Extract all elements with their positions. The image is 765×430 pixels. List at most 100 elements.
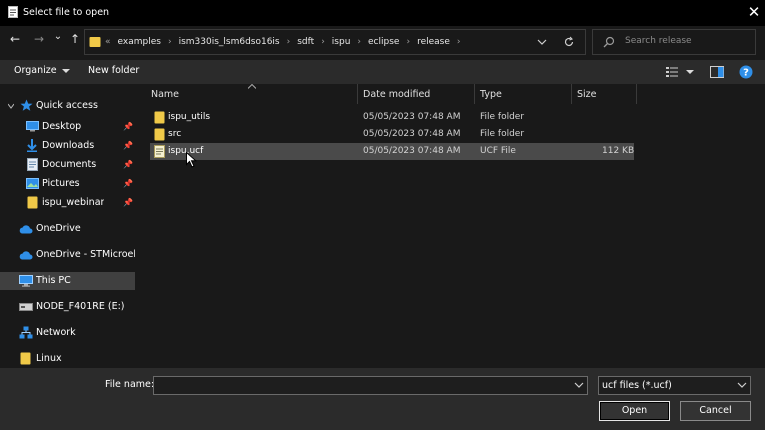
cloud-icon <box>19 251 33 260</box>
preview-pane-icon[interactable] <box>710 66 724 78</box>
sidebar-item-documents[interactable]: Documents 📌 <box>0 156 135 174</box>
sidebar-item-quick-access[interactable]: Quick access <box>0 97 135 115</box>
star-icon <box>20 99 33 111</box>
view-dropdown-caret-icon[interactable] <box>686 69 694 75</box>
cancel-button[interactable]: Cancel <box>680 401 751 421</box>
file-row-ispu-utils[interactable]: ispu_utils 05/05/2023 07:48 AM File fold… <box>150 109 634 126</box>
forward-arrow-icon[interactable]: → <box>30 32 48 50</box>
breadcrumb-examples[interactable]: examples <box>118 37 161 47</box>
file-date: 05/05/2023 07:48 AM <box>363 146 461 156</box>
sidebar-label-onedrive-stmicro: OneDrive - STMicroelec <box>36 249 135 260</box>
breadcrumb-ism330is[interactable]: ism330is_lsm6dso16is <box>179 37 280 47</box>
column-header-date-modified[interactable]: Date modified <box>358 84 475 104</box>
address-bar[interactable]: « examples › ism330is_lsm6dso16is › sdft › … <box>84 29 586 55</box>
sidebar-item-pictures[interactable]: Pictures 📌 <box>0 175 135 193</box>
sidebar-item-desktop[interactable]: Desktop 📌 <box>0 118 135 136</box>
pin-icon: 📌 <box>123 179 133 188</box>
chevron-right-icon[interactable]: › <box>357 37 361 47</box>
svg-text:?: ? <box>743 68 749 79</box>
pin-icon: 📌 <box>123 122 133 131</box>
downloads-arrow-icon <box>27 139 37 152</box>
window-title: Select file to open <box>23 7 110 18</box>
sidebar-item-downloads[interactable]: Downloads 📌 <box>0 137 135 155</box>
sidebar-item-this-pc[interactable]: This PC <box>0 272 135 290</box>
file-type-filter-select[interactable]: ucf files (*.ucf) <box>598 376 751 395</box>
computer-icon <box>19 275 33 287</box>
column-header-size[interactable]: Size <box>572 84 637 104</box>
sidebar-item-onedrive[interactable]: OneDrive <box>0 220 135 238</box>
view-options-icon[interactable] <box>666 66 680 78</box>
search-icon <box>603 36 615 48</box>
navigation-pane: Quick access Desktop 📌 Downloads 📌 Docum… <box>0 84 135 368</box>
sidebar-item-drive-e[interactable]: NODE_F401RE (E:) <box>0 298 135 316</box>
app-icon <box>8 6 18 18</box>
breadcrumb-release[interactable]: release <box>417 37 450 47</box>
new-folder-button[interactable]: New folder <box>88 65 139 76</box>
search-input[interactable]: Search release <box>625 36 692 46</box>
pin-icon: 📌 <box>123 198 133 207</box>
pin-icon: 📌 <box>123 141 133 150</box>
sidebar-label-desktop: Desktop <box>42 121 82 132</box>
pin-icon: 📌 <box>123 160 133 169</box>
chevron-right-icon[interactable]: › <box>321 37 325 47</box>
recent-locations-chevron-icon[interactable]: ⌄ <box>52 31 64 49</box>
sidebar-label-downloads: Downloads <box>42 140 95 151</box>
mouse-cursor-icon <box>186 152 197 168</box>
folder-icon <box>154 128 165 141</box>
breadcrumb: « examples › ism330is_lsm6dso16is › sdft › … <box>89 30 467 54</box>
open-button[interactable]: Open <box>599 401 670 421</box>
back-arrow-icon[interactable]: ← <box>6 32 24 50</box>
file-row-ispu-ucf[interactable]: ispu.ucf 05/05/2023 07:48 AM UCF File 11… <box>150 143 634 160</box>
documents-icon <box>27 158 38 171</box>
file-row-src[interactable]: src 05/05/2023 07:48 AM File folder <box>150 126 634 143</box>
file-list: Name Date modified Type Size ispu_utils … <box>146 84 765 368</box>
refresh-icon[interactable] <box>563 36 575 48</box>
chevron-down-icon[interactable] <box>8 103 14 109</box>
dropdown-caret-icon <box>61 68 70 73</box>
organize-label: Organize <box>14 65 57 76</box>
sidebar-label-linux: Linux <box>36 353 62 364</box>
command-bar: Organize New folder ? <box>0 60 765 84</box>
file-size: 112 KB <box>602 146 635 156</box>
chevron-down-icon[interactable] <box>573 379 585 391</box>
sidebar-item-ispu-webinar[interactable]: ispu_webinar 📌 <box>0 194 135 212</box>
breadcrumb-eclipse[interactable]: eclipse <box>368 37 399 47</box>
file-type: UCF File <box>480 146 516 156</box>
pictures-icon <box>26 178 39 189</box>
cloud-icon <box>19 225 33 234</box>
desktop-icon <box>26 121 39 132</box>
chevron-right-icon[interactable]: › <box>287 37 291 47</box>
sidebar-label-network: Network <box>36 327 76 338</box>
column-header-name[interactable]: Name <box>146 84 358 104</box>
column-header-type[interactable]: Type <box>475 84 572 104</box>
file-name-input[interactable] <box>153 376 588 395</box>
usb-drive-icon <box>19 303 33 311</box>
close-icon[interactable]: ✕ <box>744 2 764 22</box>
file-date: 05/05/2023 07:48 AM <box>363 129 461 139</box>
overflow-chevrons-icon[interactable]: « <box>105 37 111 47</box>
up-folder-arrow-icon[interactable]: ↑ <box>66 32 84 50</box>
chevron-right-icon[interactable]: › <box>457 37 461 47</box>
breadcrumb-ispu[interactable]: ispu <box>332 37 351 47</box>
network-icon <box>19 326 33 339</box>
title-bar: Select file to open ✕ <box>0 0 765 26</box>
document-icon <box>154 145 165 158</box>
organize-button[interactable]: Organize <box>14 65 70 76</box>
sidebar-item-onedrive-stmicro[interactable]: OneDrive - STMicroelec <box>0 246 135 264</box>
file-name: src <box>168 129 182 139</box>
chevron-right-icon[interactable]: › <box>406 37 410 47</box>
sidebar-item-network[interactable]: Network <box>0 324 135 342</box>
search-box[interactable]: Search release <box>592 29 756 55</box>
file-type-filter-value: ucf files (*.ucf) <box>602 380 672 391</box>
folder-icon <box>154 111 165 124</box>
file-type: File folder <box>480 129 525 139</box>
help-icon[interactable]: ? <box>739 65 753 79</box>
sidebar-item-linux[interactable]: Linux <box>0 350 135 368</box>
address-dropdown-chevron-icon[interactable] <box>537 37 547 47</box>
chevron-down-icon[interactable] <box>736 379 748 391</box>
file-date: 05/05/2023 07:48 AM <box>363 112 461 122</box>
file-type: File folder <box>480 112 525 122</box>
file-name: ispu_utils <box>168 112 211 122</box>
chevron-right-icon[interactable]: › <box>168 37 172 47</box>
breadcrumb-sdft[interactable]: sdft <box>297 37 314 47</box>
